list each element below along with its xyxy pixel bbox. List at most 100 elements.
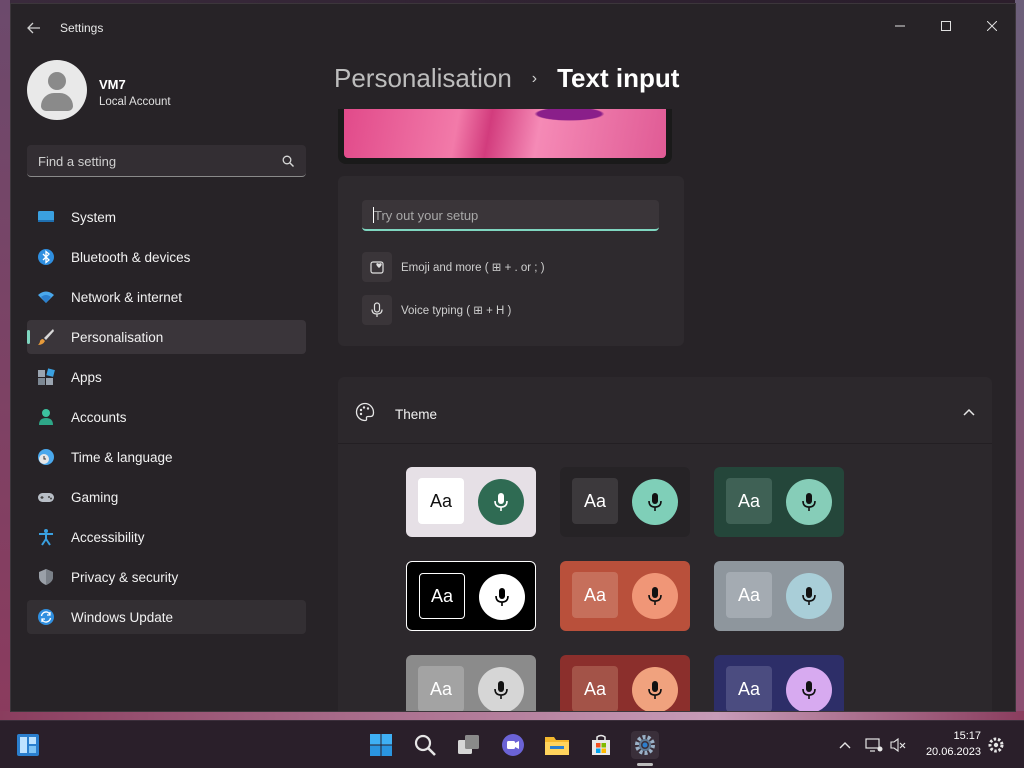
swatch-text-sample: Aa xyxy=(726,478,772,524)
swatch-mic-sample xyxy=(786,573,832,619)
avatar[interactable] xyxy=(27,60,87,120)
microphone-icon xyxy=(648,587,662,605)
theme-swatch[interactable]: Aa xyxy=(406,467,536,537)
sidebar-item-time-language[interactable]: Time & language xyxy=(27,440,306,474)
sidebar-item-windows-update[interactable]: Windows Update xyxy=(27,600,306,634)
sidebar-item-system[interactable]: System xyxy=(27,200,306,234)
sidebar-item-label: Accounts xyxy=(71,410,127,425)
clock-date[interactable]: 20.06.2023 xyxy=(926,746,981,758)
swatch-text-sample: Aa xyxy=(419,573,465,619)
maximize-button[interactable] xyxy=(923,12,969,40)
accounts-icon xyxy=(39,409,53,425)
user-account-type: Local Account xyxy=(99,96,171,108)
search-placeholder: Find a setting xyxy=(38,154,117,169)
time-language-icon xyxy=(38,449,54,465)
theme-swatch[interactable]: Aa xyxy=(714,561,844,631)
swatch-mic-sample xyxy=(632,479,678,525)
sidebar-item-privacy[interactable]: Privacy & security xyxy=(27,560,306,594)
desktop-wallpaper-right xyxy=(1015,0,1024,720)
desktop-wallpaper-left xyxy=(0,0,10,720)
search-icon xyxy=(414,734,436,756)
sidebar-item-label: Accessibility xyxy=(71,530,145,545)
start-button[interactable] xyxy=(367,731,395,759)
clock-time[interactable]: 15:17 xyxy=(953,730,981,742)
notifications-button[interactable] xyxy=(984,731,1008,759)
apps-icon xyxy=(38,368,55,385)
sidebar-item-accounts[interactable]: Accounts xyxy=(27,400,306,434)
swatch-text-sample: Aa xyxy=(418,666,464,711)
teams-chat-button[interactable] xyxy=(499,731,527,759)
sidebar-item-personalisation[interactable]: Personalisation xyxy=(27,320,306,354)
theme-swatch[interactable]: Aa xyxy=(406,561,536,631)
theme-swatch[interactable]: Aa xyxy=(560,655,690,711)
gamepad-icon xyxy=(38,493,54,502)
store-button[interactable] xyxy=(587,731,615,759)
theme-swatch[interactable]: Aa xyxy=(714,655,844,711)
back-button[interactable] xyxy=(23,18,45,38)
maximize-icon xyxy=(941,21,951,31)
voice-typing-row[interactable]: Voice typing ( ⊞ + H ) xyxy=(362,295,511,325)
microphone-icon xyxy=(371,302,383,317)
chevron-up-icon xyxy=(839,742,851,749)
active-app-indicator xyxy=(637,763,653,766)
microphone-icon xyxy=(495,588,509,606)
sidebar-item-accessibility[interactable]: Accessibility xyxy=(27,520,306,554)
theme-swatch[interactable]: Aa xyxy=(714,467,844,537)
back-arrow-icon xyxy=(27,22,40,34)
minimize-button[interactable] xyxy=(877,12,923,40)
close-button[interactable] xyxy=(969,12,1015,40)
swatch-text-sample: Aa xyxy=(572,478,618,524)
sidebar-nav: System Bluetooth & devices Network & int… xyxy=(27,200,306,640)
breadcrumb: Personalisation › Text input xyxy=(334,63,679,94)
sidebar-item-label: Privacy & security xyxy=(71,570,179,585)
chevron-up-icon[interactable] xyxy=(962,407,976,417)
wallpaper-preview xyxy=(338,109,672,164)
search-input[interactable]: Find a setting xyxy=(27,145,306,177)
theme-swatch[interactable]: Aa xyxy=(560,467,690,537)
brush-icon xyxy=(38,329,54,345)
voice-typing-button[interactable] xyxy=(362,295,392,325)
accessibility-icon xyxy=(39,529,53,546)
title-bar: Settings xyxy=(11,4,1015,50)
minimize-icon xyxy=(895,25,905,27)
swatch-mic-sample xyxy=(478,479,524,525)
theme-header[interactable]: Theme xyxy=(338,377,992,444)
sidebar-item-label: Bluetooth & devices xyxy=(71,250,191,265)
sidebar-item-apps[interactable]: Apps xyxy=(27,360,306,394)
close-icon xyxy=(987,21,997,31)
palette-icon xyxy=(355,402,375,422)
widgets-button[interactable] xyxy=(14,731,42,759)
swatch-mic-sample xyxy=(479,574,525,620)
microphone-icon xyxy=(648,493,662,511)
system-icon xyxy=(38,211,54,222)
file-explorer-icon xyxy=(545,737,569,755)
swatch-text-sample: Aa xyxy=(572,666,618,711)
user-name: VM7 xyxy=(99,77,126,92)
sidebar-item-bluetooth[interactable]: Bluetooth & devices xyxy=(27,240,306,274)
widgets-icon xyxy=(17,734,39,756)
sidebar-item-network[interactable]: Network & internet xyxy=(27,280,306,314)
volume-tray-button[interactable] xyxy=(886,731,910,759)
taskbar: 15:17 20.06.2023 xyxy=(0,720,1024,768)
file-explorer-button[interactable] xyxy=(543,731,571,759)
sidebar-item-label: Gaming xyxy=(71,490,119,505)
microphone-icon xyxy=(802,587,816,605)
theme-swatch[interactable]: Aa xyxy=(406,655,536,711)
emoji-button[interactable] xyxy=(362,252,392,282)
voice-typing-shortcut-label: Voice typing ( ⊞ + H ) xyxy=(401,305,512,317)
theme-section: Theme Aa Aa Aa Aa Aa Aa Aa Aa Aa xyxy=(338,377,992,711)
taskbar-search-button[interactable] xyxy=(411,731,439,759)
swatch-mic-sample xyxy=(632,667,678,711)
task-view-button[interactable] xyxy=(455,731,483,759)
emoji-row[interactable]: Emoji and more ( ⊞ + . or ; ) xyxy=(362,252,545,282)
sidebar-item-gaming[interactable]: Gaming xyxy=(27,480,306,514)
show-hidden-icons-button[interactable] xyxy=(833,731,857,759)
network-tray-button[interactable] xyxy=(862,731,886,759)
theme-swatch[interactable]: Aa xyxy=(560,561,690,631)
try-setup-input[interactable]: Try out your setup xyxy=(362,200,659,231)
start-icon xyxy=(370,734,392,756)
settings-taskbar-button[interactable] xyxy=(631,731,659,759)
breadcrumb-parent[interactable]: Personalisation xyxy=(334,63,512,94)
microphone-icon xyxy=(494,681,508,699)
swatch-text-sample: Aa xyxy=(418,478,464,524)
